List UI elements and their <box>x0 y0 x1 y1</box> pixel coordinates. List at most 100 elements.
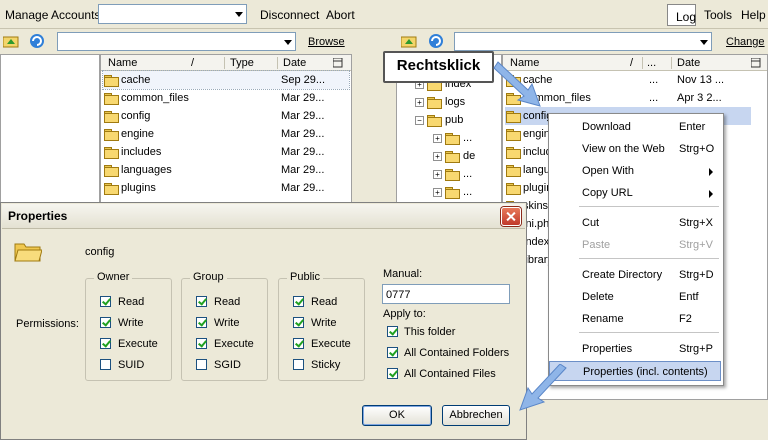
file-name: config <box>121 110 151 122</box>
menu-item[interactable]: View on the Web Strg+O <box>549 139 721 159</box>
column-chooser-icon[interactable] <box>751 58 761 68</box>
expand-toggle-icon[interactable]: + <box>433 170 442 179</box>
column-type[interactable]: Type <box>230 57 254 69</box>
sticky-checkbox[interactable] <box>293 359 304 370</box>
column-date[interactable]: Date <box>677 57 700 69</box>
remote-path-input[interactable] <box>454 32 712 51</box>
list-item[interactable]: languages Mar 29... <box>103 161 349 179</box>
folder-icon <box>445 187 460 199</box>
owner-write-label: Write <box>118 317 144 329</box>
expand-toggle-icon[interactable]: + <box>433 134 442 143</box>
expand-toggle-icon[interactable]: + <box>415 98 424 107</box>
tree-label: de <box>463 150 476 162</box>
menu-item-shortcut: F2 <box>679 313 692 325</box>
list-item[interactable]: includes Mar 29... <box>103 143 349 161</box>
file-size: ... <box>649 74 659 86</box>
menu-item[interactable]: Delete Entf <box>549 287 721 307</box>
change-button[interactable]: Change <box>726 36 765 48</box>
apply-to-label: Apply to: <box>383 308 426 320</box>
browse-button[interactable]: Browse <box>308 36 345 48</box>
owner-execute-checkbox[interactable] <box>100 338 111 349</box>
menu-item[interactable]: Rename F2 <box>549 309 721 329</box>
local-tree[interactable] <box>0 54 100 204</box>
folder-icon <box>506 183 521 195</box>
menu-item-label: Properties <box>582 343 633 355</box>
tree-item[interactable]: + de <box>433 147 501 165</box>
manage-accounts-menu[interactable]: Manage Accounts <box>5 8 100 22</box>
menu-item[interactable]: Properties (incl. contents) <box>549 361 721 381</box>
group-write-checkbox[interactable] <box>196 317 207 328</box>
column-name[interactable]: Name <box>108 57 137 69</box>
ok-button[interactable]: OK <box>362 405 432 426</box>
file-name: config <box>85 246 115 258</box>
tree-item[interactable]: +... <box>433 183 501 201</box>
folder-icon <box>104 147 119 159</box>
disconnect-button[interactable]: Disconnect <box>260 8 319 22</box>
menu-item[interactable]: Create Directory Strg+D <box>549 265 721 285</box>
menu-item-label: Rename <box>582 313 624 325</box>
expand-toggle-icon[interactable]: + <box>433 152 442 161</box>
group-read-checkbox[interactable] <box>196 296 207 307</box>
menu-item-shortcut: Strg+X <box>679 217 713 229</box>
list-item[interactable]: common_files Mar 29... <box>103 89 349 107</box>
menu-item[interactable]: Properties Strg+P <box>549 339 721 359</box>
local-path-input[interactable] <box>57 32 296 51</box>
folder-up-icon[interactable] <box>3 34 19 48</box>
log-button[interactable]: Log <box>667 4 696 26</box>
account-select[interactable] <box>98 4 247 24</box>
list-item[interactable]: cache Sep 29... <box>102 70 350 90</box>
manual-input[interactable]: 0777 <box>382 284 510 304</box>
folder-up-icon[interactable] <box>401 34 417 48</box>
column-size[interactable]: ... <box>647 57 656 69</box>
list-item[interactable]: config Mar 29... <box>103 107 349 125</box>
tree-item[interactable]: + logs <box>415 93 501 111</box>
folder-icon <box>445 133 460 145</box>
suid-checkbox[interactable] <box>100 359 111 370</box>
menu-separator <box>579 332 719 333</box>
list-item[interactable]: plugins Mar 29... <box>103 179 349 197</box>
tree-label: pub <box>445 114 464 126</box>
public-write-checkbox[interactable] <box>293 317 304 328</box>
abort-button[interactable]: Abort <box>326 8 355 22</box>
file-name: engine <box>121 128 155 140</box>
menu-item[interactable]: Paste Strg+V <box>549 235 721 255</box>
column-chooser-icon[interactable] <box>333 58 343 68</box>
menu-item[interactable]: Copy URL <box>549 183 721 203</box>
public-execute-checkbox[interactable] <box>293 338 304 349</box>
menu-separator <box>579 206 719 207</box>
folder-icon <box>445 169 460 181</box>
menu-item[interactable]: Open With <box>549 161 721 181</box>
folder-icon <box>427 115 442 127</box>
help-menu[interactable]: Help <box>741 8 766 22</box>
chevron-down-icon <box>284 39 292 45</box>
chevron-down-icon <box>700 39 708 45</box>
expand-toggle-icon[interactable]: − <box>415 116 424 125</box>
file-date: Mar 29... <box>281 182 325 194</box>
refresh-icon[interactable] <box>428 33 444 49</box>
owner-read-checkbox[interactable] <box>100 296 111 307</box>
tree-item[interactable]: +... <box>433 129 501 147</box>
tree-item[interactable]: +... <box>433 165 501 183</box>
public-read-checkbox[interactable] <box>293 296 304 307</box>
expand-toggle-icon[interactable]: + <box>433 188 442 197</box>
owner-execute-label: Execute <box>118 338 158 350</box>
close-icon[interactable] <box>501 207 521 226</box>
column-date[interactable]: Date <box>283 57 306 69</box>
owner-title: Owner <box>94 271 133 283</box>
owner-write-checkbox[interactable] <box>100 317 111 328</box>
apply-files-checkbox[interactable] <box>387 368 398 379</box>
list-item[interactable]: engine Mar 29... <box>103 125 349 143</box>
apply-folders-checkbox[interactable] <box>387 347 398 358</box>
file-name: common_files <box>121 92 189 104</box>
tree-item[interactable]: − pub <box>415 111 501 129</box>
cancel-button[interactable]: Abbrechen <box>442 405 510 426</box>
refresh-icon[interactable] <box>29 33 45 49</box>
menu-item[interactable]: Cut Strg+X <box>549 213 721 233</box>
group-execute-checkbox[interactable] <box>196 338 207 349</box>
group-group: Group Read Write Execute SGID <box>181 271 268 381</box>
sgid-checkbox[interactable] <box>196 359 207 370</box>
tools-menu[interactable]: Tools <box>704 8 732 22</box>
apply-this-folder-checkbox[interactable] <box>387 326 398 337</box>
local-file-list[interactable]: Name / Type Date cache Sep 29... common_fi… <box>100 54 352 204</box>
menu-item[interactable]: Download Enter <box>549 117 721 137</box>
